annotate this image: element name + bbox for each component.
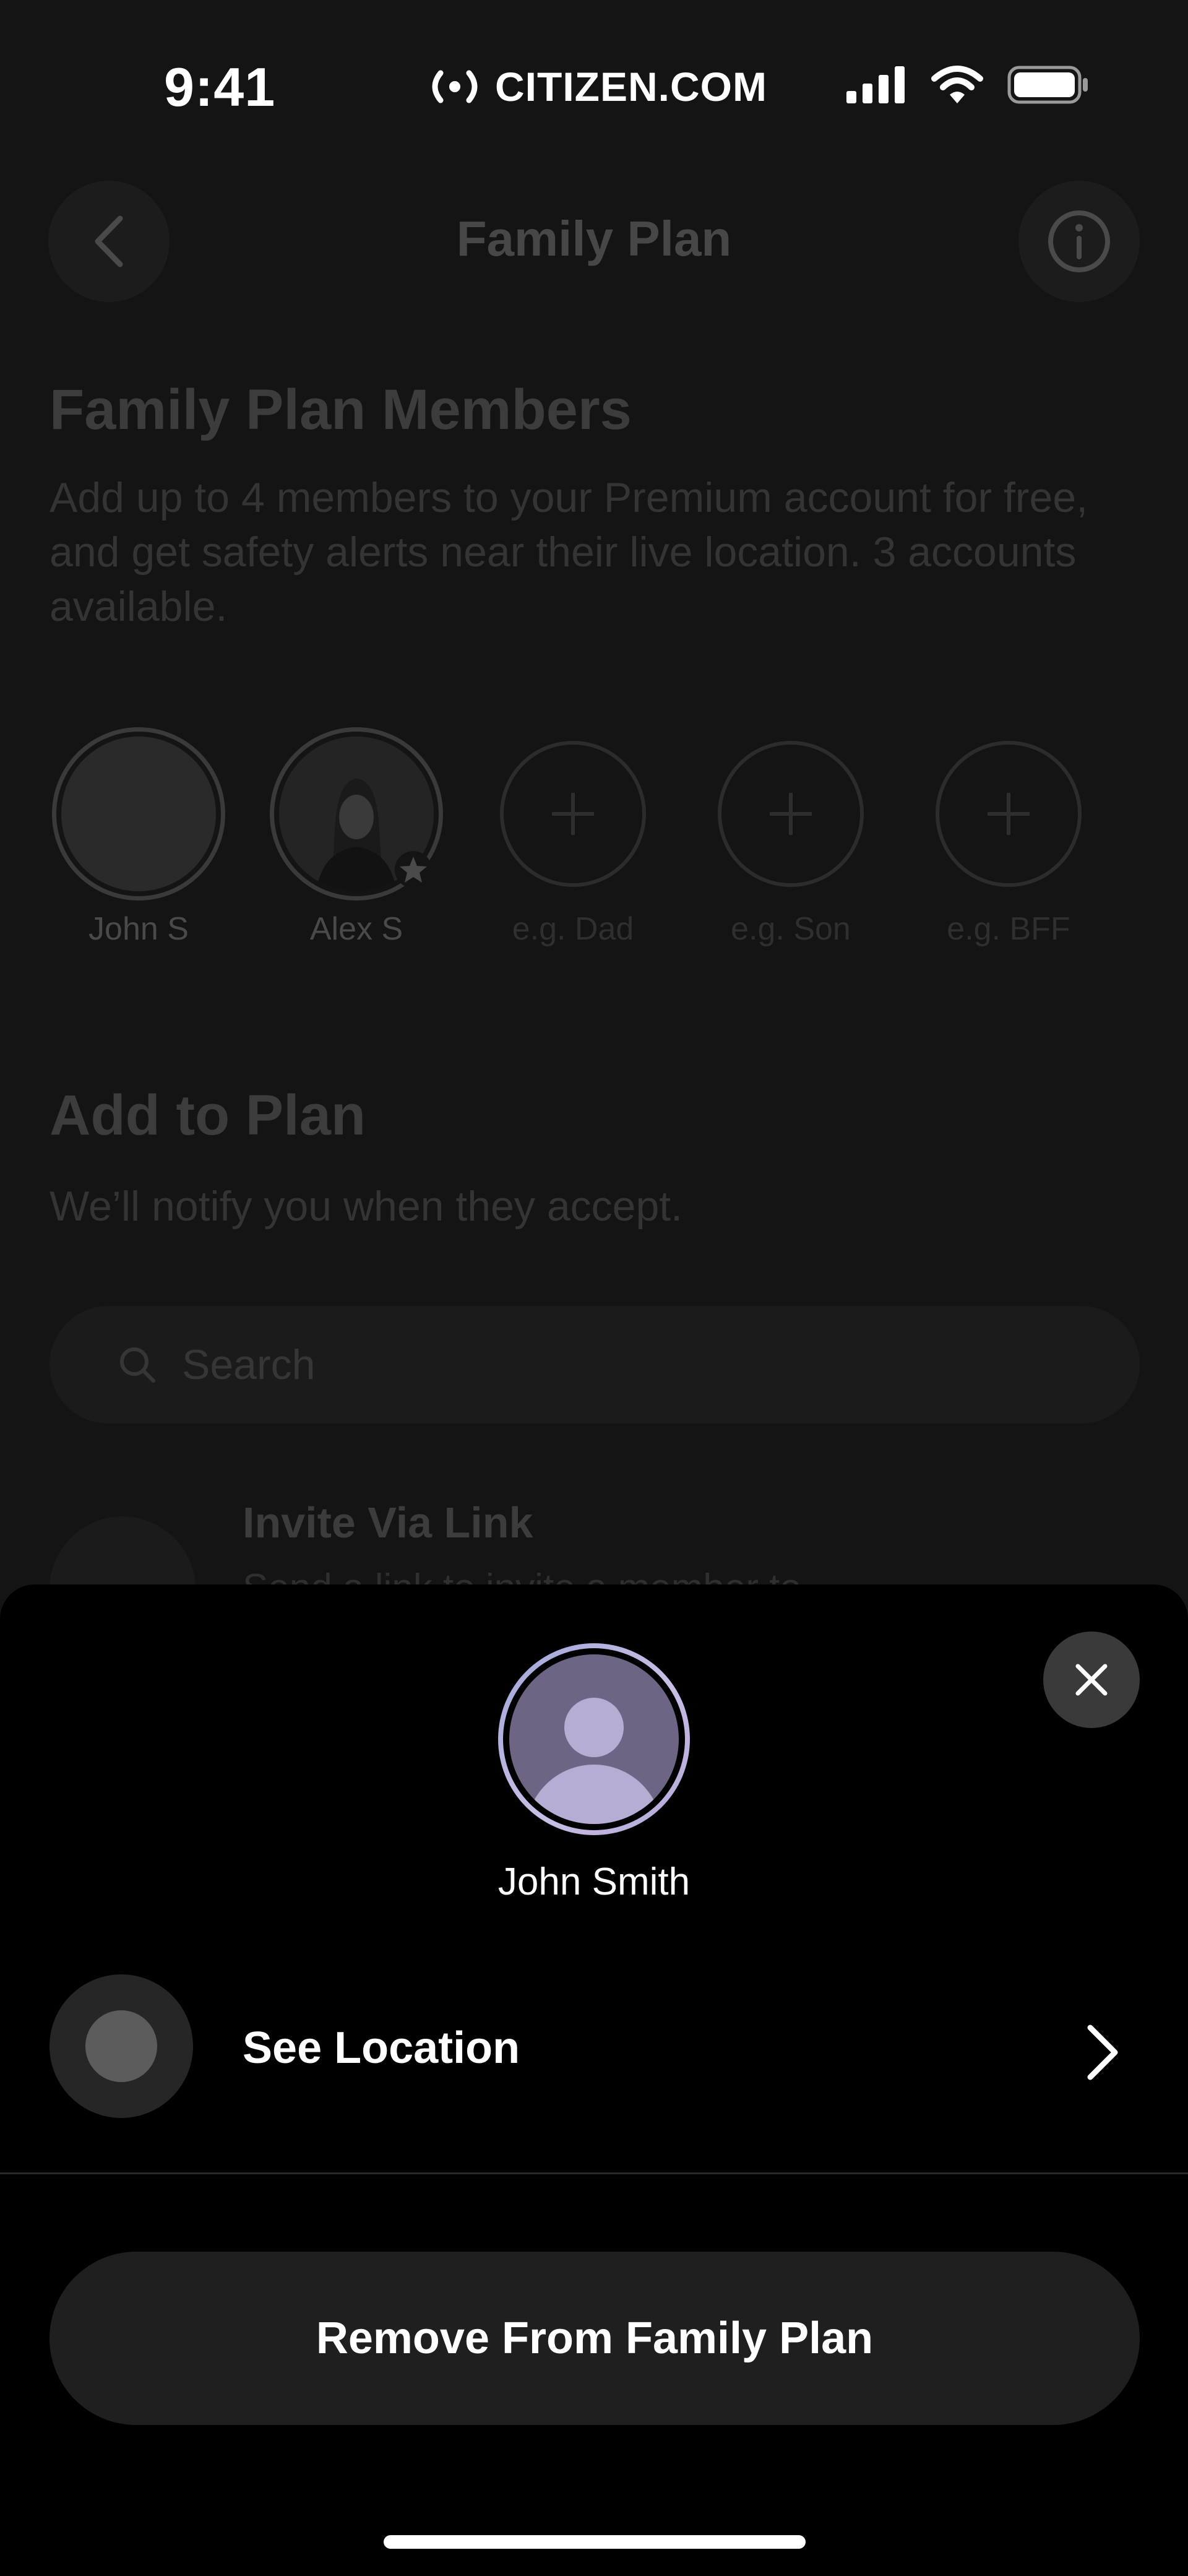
member-placeholder: e.g. BFF bbox=[947, 911, 1070, 947]
see-location-row[interactable]: See Location bbox=[0, 1974, 1188, 2133]
divider bbox=[0, 2172, 1188, 2174]
member-placeholder: e.g. Son bbox=[731, 911, 851, 947]
members-section-description: Add up to 4 members to your Premium acco… bbox=[50, 474, 1088, 630]
plus-icon bbox=[552, 793, 594, 835]
home-indicator bbox=[384, 2535, 806, 2549]
star-icon bbox=[395, 851, 432, 888]
add-member-button[interactable] bbox=[936, 741, 1082, 887]
add-section-title: Add to Plan bbox=[50, 1084, 366, 1147]
chevron-right-icon bbox=[1087, 2025, 1118, 2080]
see-location-label: See Location bbox=[243, 2023, 520, 2073]
search-icon bbox=[120, 1347, 155, 1383]
member-name: John S bbox=[88, 911, 189, 947]
wifi-icon bbox=[931, 66, 983, 103]
member-full-name: John Smith bbox=[497, 1861, 691, 1903]
invite-title: Invite Via Link bbox=[243, 1498, 533, 1547]
page-title: Family Plan bbox=[456, 211, 732, 266]
member-slot-empty[interactable]: e.g. BFF bbox=[922, 727, 1095, 948]
add-member-button[interactable] bbox=[500, 741, 646, 887]
status-time: 9:41 bbox=[164, 56, 276, 118]
battery-icon bbox=[1007, 66, 1088, 104]
signal-icon bbox=[846, 66, 905, 103]
avatar bbox=[498, 1643, 690, 1835]
info-icon bbox=[1048, 210, 1110, 272]
member-alex[interactable]: Alex S bbox=[270, 727, 443, 948]
member-avatar bbox=[52, 727, 225, 901]
remove-from-family-plan-button[interactable]: Remove From Family Plan bbox=[50, 2252, 1140, 2425]
member-slot-empty[interactable]: e.g. Son bbox=[704, 727, 877, 948]
app-screen: Family Plan Family Plan Members Add up t… bbox=[0, 0, 1188, 2576]
member-name: Alex S bbox=[309, 911, 403, 947]
member-slot-empty[interactable]: e.g. Dad bbox=[486, 727, 660, 948]
info-button[interactable] bbox=[1018, 181, 1140, 302]
member-placeholder: e.g. Dad bbox=[512, 911, 634, 947]
search-input[interactable]: Search bbox=[50, 1306, 1140, 1424]
status-icons bbox=[845, 65, 1089, 105]
plus-icon bbox=[770, 793, 812, 835]
add-member-button[interactable] bbox=[718, 741, 864, 887]
brand-text: CITIZEN.COM bbox=[495, 64, 767, 110]
brand-logo: CITIZEN.COM bbox=[427, 62, 767, 111]
family-plan-page-dimmed: Family Plan Family Plan Members Add up t… bbox=[0, 0, 1188, 1662]
plus-icon bbox=[988, 793, 1030, 835]
search-placeholder: Search bbox=[182, 1341, 316, 1388]
close-icon bbox=[1075, 1664, 1108, 1696]
members-section-title: Family Plan Members bbox=[50, 378, 632, 441]
invite-via-link-row[interactable]: Invite Via Link Send a link to invite a … bbox=[50, 1498, 1140, 1662]
close-button[interactable] bbox=[1043, 1632, 1140, 1728]
person-placeholder-icon bbox=[509, 1654, 679, 1824]
member-bottom-sheet: John Smith See Location Remove From Fami… bbox=[0, 1584, 1188, 2576]
location-dot-icon bbox=[50, 1974, 193, 2118]
member-avatar bbox=[270, 727, 443, 901]
member-john[interactable]: John S bbox=[52, 727, 225, 948]
add-section-subtitle: We’ll notify you when they accept. bbox=[50, 1183, 683, 1230]
citizen-logo-icon bbox=[432, 70, 478, 103]
status-bar: 9:41 CITIZEN.COM bbox=[0, 0, 1188, 173]
